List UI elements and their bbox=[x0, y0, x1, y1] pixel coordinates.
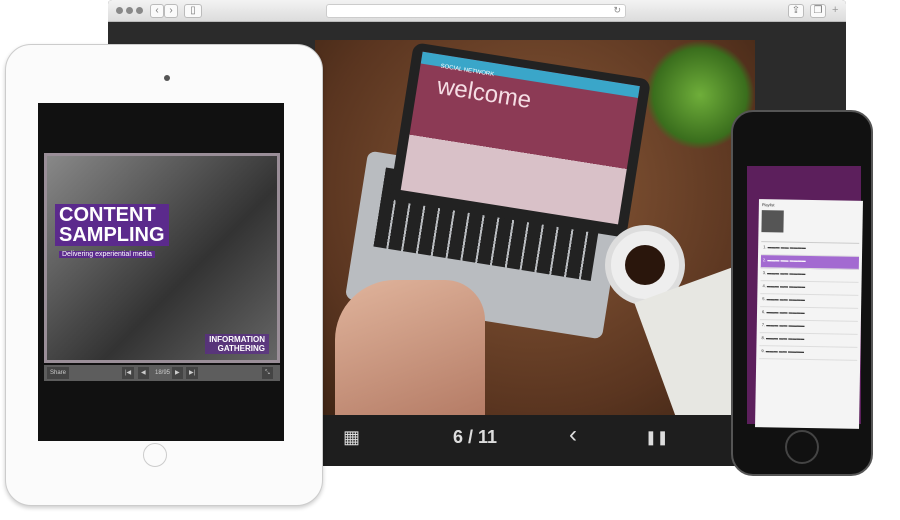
tablet-screen: CONTENT SAMPLING Delivering experiential … bbox=[38, 103, 284, 441]
page-counter: 6 / 11 bbox=[453, 427, 498, 447]
tablet: CONTENT SAMPLING Delivering experiential … bbox=[5, 44, 323, 506]
next-page-icon[interactable]: ▶ bbox=[172, 367, 183, 379]
forward-icon[interactable]: › bbox=[164, 4, 178, 18]
back-icon[interactable]: ‹ bbox=[150, 4, 164, 18]
viewer-controls: ▦ 6 / 11 ‹ ❚❚ › bbox=[315, 415, 755, 466]
fullscreen-icon[interactable]: ⤡ bbox=[262, 367, 273, 379]
slide-photo: SOCIAL NETWORK welcome bbox=[315, 40, 786, 435]
share-icon[interactable]: ⇪ bbox=[788, 4, 804, 18]
zoom-dot[interactable] bbox=[136, 7, 143, 14]
track-row[interactable]: 9. ▬▬▬ ▬▬ ▬▬▬▬ bbox=[759, 346, 858, 361]
laptop-screen: SOCIAL NETWORK welcome bbox=[400, 51, 640, 225]
camera-icon bbox=[164, 75, 170, 81]
reload-icon[interactable]: ↻ bbox=[613, 5, 621, 16]
phone-screen: Playlist 1. ▬▬▬ ▬▬ ▬▬▬▬ 2. ▬▬▬ ▬▬ ▬▬▬▬ 3. … bbox=[747, 166, 863, 429]
flipbook-page: CONTENT SAMPLING Delivering experiential … bbox=[44, 153, 280, 363]
browser-toolbar: ‹ › ▯ ↻ ⇪ ❐ + bbox=[108, 0, 846, 22]
playlist: Playlist 1. ▬▬▬ ▬▬ ▬▬▬▬ 2. ▬▬▬ ▬▬ ▬▬▬▬ 3. … bbox=[755, 199, 863, 429]
address-bar[interactable]: ↻ bbox=[326, 4, 626, 18]
tablet-page-counter: 18/95 bbox=[155, 370, 171, 376]
first-page-icon[interactable]: |◀ bbox=[122, 367, 135, 379]
grid-icon[interactable]: ▦ bbox=[343, 427, 360, 448]
phone: Playlist 1. ▬▬▬ ▬▬ ▬▬▬▬ 2. ▬▬▬ ▬▬ ▬▬▬▬ 3. … bbox=[731, 110, 873, 476]
last-page-icon[interactable]: ▶| bbox=[186, 367, 199, 379]
content-subtitle: Delivering experiential media bbox=[59, 251, 155, 258]
new-tab-icon[interactable]: + bbox=[832, 4, 838, 16]
content-title: CONTENT SAMPLING bbox=[55, 204, 169, 246]
minimize-dot[interactable] bbox=[126, 7, 133, 14]
sidebar-icon[interactable]: ▯ bbox=[184, 4, 202, 18]
info-label: INFORMATION GATHERING bbox=[205, 334, 269, 354]
home-button bbox=[785, 430, 819, 464]
prev-icon[interactable]: ‹ bbox=[569, 421, 577, 449]
hands bbox=[335, 280, 485, 415]
playlist-header: Playlist bbox=[761, 202, 860, 244]
home-button bbox=[143, 443, 167, 467]
album-art bbox=[761, 210, 784, 233]
close-dot[interactable] bbox=[116, 7, 123, 14]
flipbook-toolbar: Share |◀ ◀ 18/95 ▶ ▶| ⤡ bbox=[44, 365, 280, 381]
prev-page-icon[interactable]: ◀ bbox=[138, 367, 149, 379]
track-list: 1. ▬▬▬ ▬▬ ▬▬▬▬ 2. ▬▬▬ ▬▬ ▬▬▬▬ 3. ▬▬▬ ▬▬ ▬▬… bbox=[759, 242, 860, 361]
share-button[interactable]: Share bbox=[47, 367, 70, 379]
pause-icon[interactable]: ❚❚ bbox=[645, 429, 668, 446]
tabs-icon[interactable]: ❐ bbox=[810, 4, 826, 18]
